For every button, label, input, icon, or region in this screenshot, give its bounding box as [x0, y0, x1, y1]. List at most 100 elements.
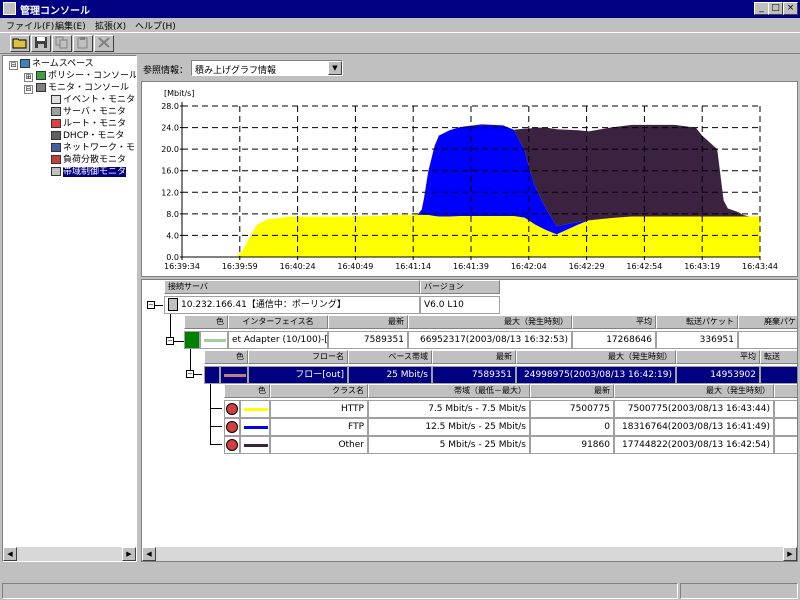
y-tick-label: 12.0 [161, 188, 179, 197]
header-if-drops[interactable]: 廃棄パケ [738, 315, 797, 329]
tree-item-dhcp-monitor[interactable]: DHCP・モニタ [51, 131, 124, 142]
class-max-cell: 7500775(2003/08/13 16:43:44) [614, 400, 774, 418]
copy-icon[interactable] [52, 35, 72, 52]
tree-line [210, 380, 211, 445]
header-class-latest[interactable]: 最新 [530, 384, 614, 398]
tree-item-route-monitor[interactable]: ルート・モニタ [51, 119, 126, 130]
scroll-left-button[interactable]: ◀ [3, 547, 17, 561]
stacked-chart-panel: 0.0 4.0 8.0 12.0 16.0 20.0 24.0 28.0 16:39:34 16:… [141, 81, 798, 277]
chevron-down-icon[interactable]: ▼ [328, 61, 342, 75]
status-bar [0, 580, 800, 600]
header-class-max[interactable]: 最大（発生時刻） [614, 384, 774, 398]
reference-label: 参照情報： [143, 66, 189, 76]
header-if-packets[interactable]: 転送パケット [656, 315, 738, 329]
flow-collapse-toggle[interactable]: − [186, 370, 194, 378]
tree-item-bandwidth-monitor[interactable]: 帯域制御モニタ [51, 167, 127, 178]
tree-line [170, 310, 171, 340]
menu-help[interactable]: ヘルプ(H) [135, 19, 176, 32]
server-cell[interactable]: 10.232.166.41【通信中：ポーリング】 [164, 296, 420, 314]
header-class-color[interactable]: 色 [224, 384, 270, 398]
reference-dropdown[interactable]: 積み上げグラフ情報 ▼ [191, 60, 343, 76]
header-class-bandwidth[interactable]: 帯域（最低－最大） [368, 384, 530, 398]
class-latest-cell: 91860 [530, 436, 614, 454]
server-collapse-toggle[interactable]: − [147, 301, 155, 309]
header-flow-name[interactable]: フロー名 [248, 350, 348, 364]
tree-collapse-toggle[interactable]: ⊟ [9, 61, 18, 70]
header-flow-color[interactable]: 色 [204, 350, 248, 364]
class-color-swatch [244, 444, 268, 447]
header-class-name[interactable]: クラス名 [270, 384, 368, 398]
tree-expand-toggle[interactable]: ⊞ [24, 73, 33, 82]
scroll-right-button[interactable]: ▶ [783, 547, 797, 561]
header-flow-transfer[interactable]: 転送 [760, 350, 797, 364]
delete-icon[interactable] [94, 35, 114, 52]
server-monitor-icon [51, 107, 61, 116]
interface-name-cell[interactable]: et Adapter (10/100)-[0] [228, 331, 328, 349]
open-folder-icon[interactable] [10, 35, 30, 52]
header-interface-name[interactable]: インターフェイス名 [228, 315, 328, 329]
network-monitor-icon [51, 143, 61, 152]
class-name-cell[interactable]: Other [270, 436, 368, 454]
tree-item-monitor-console[interactable]: モニタ・コンソール [36, 83, 129, 94]
bandwidth-monitor-icon [51, 167, 61, 176]
y-tick-label: 0.0 [166, 253, 179, 262]
interface-max-cell: 66952317(2003/08/13 16:32:53) [408, 331, 572, 349]
reference-bar: 参照情報： 積み上げグラフ情報 ▼ [140, 56, 798, 80]
header-flow-average[interactable]: 平均 [676, 350, 760, 364]
class-name-cell[interactable]: FTP [270, 418, 368, 436]
header-flow-latest[interactable]: 最新 [432, 350, 516, 364]
menu-extend[interactable]: 拡張(X) [95, 19, 126, 32]
class-name-cell[interactable]: HTTP [270, 400, 368, 418]
scroll-right-button[interactable]: ▶ [122, 547, 136, 561]
title-bar: 管理コンソール _ □ × [0, 0, 800, 18]
header-if-color[interactable]: 色 [184, 315, 228, 329]
tree-item-event-monitor[interactable]: イベント・モニタ [51, 95, 135, 106]
class-latest-cell: 0 [530, 418, 614, 436]
paste-icon[interactable] [73, 35, 93, 52]
flow-color-swatch [224, 374, 246, 377]
tree-item-namespace[interactable]: ネームスペース [20, 59, 94, 70]
header-if-latest[interactable]: 最新 [328, 315, 408, 329]
x-tick-label: 16:43:19 [684, 262, 720, 271]
x-tick-label: 16:40:24 [280, 262, 316, 271]
y-tick-label: 20.0 [161, 145, 179, 154]
header-if-max[interactable]: 最大（発生時刻） [408, 315, 572, 329]
tree-item-network-monitor[interactable]: ネットワーク・モ [51, 143, 135, 154]
load-balance-monitor-icon [51, 155, 61, 164]
close-button[interactable]: × [783, 2, 798, 15]
menu-bar: ファイル(F) 編集(E) 拡張(X) ヘルプ(H) [0, 18, 800, 32]
class-bandwidth-cell: 5 Mbit/s - 25 Mbit/s [368, 436, 530, 454]
tree-item-policy-console[interactable]: ポリシー・コンソール [36, 71, 136, 82]
tree-horizontal-scrollbar[interactable]: ◀ ▶ [3, 547, 136, 561]
save-icon[interactable] [31, 35, 51, 52]
tree-item-server-monitor[interactable]: サーバ・モニタ [51, 107, 126, 118]
scroll-left-button[interactable]: ◀ [142, 547, 156, 561]
interface-average-cell: 17268646 [572, 331, 656, 349]
tree-collapse-toggle[interactable]: ⊟ [24, 85, 33, 94]
header-class-extra[interactable] [774, 384, 797, 398]
window-title: 管理コンソール [20, 6, 90, 17]
header-if-average[interactable]: 平均 [572, 315, 656, 329]
tree-line [155, 305, 163, 306]
x-tick-label: 16:39:59 [222, 262, 258, 271]
namespace-icon [20, 59, 30, 68]
flow-name-cell[interactable]: フロー[out] [248, 366, 348, 384]
maximize-button[interactable]: □ [768, 2, 783, 15]
header-flow-max[interactable]: 最大（発生時刻） [516, 350, 676, 364]
table-horizontal-scrollbar[interactable]: ◀ ▶ [142, 547, 797, 561]
dhcp-monitor-icon [51, 131, 61, 140]
header-base-bandwidth[interactable]: ベース帯域 [348, 350, 432, 364]
class-extra-cell [774, 400, 797, 418]
header-version[interactable]: バージョン [420, 280, 500, 294]
class-extra-cell [774, 436, 797, 454]
interface-collapse-toggle[interactable]: − [166, 337, 174, 345]
class-color-cell [240, 418, 270, 436]
class-icon-cell [224, 436, 240, 454]
header-connected-server[interactable]: 接続サーバ [164, 280, 420, 294]
minimize-button[interactable]: _ [754, 2, 769, 15]
menu-edit[interactable]: 編集(E) [55, 19, 86, 32]
version-cell: V6.0 L10 [420, 296, 500, 314]
interface-latest-cell: 7589351 [328, 331, 408, 349]
tree-item-load-balance-monitor[interactable]: 負荷分散モニタ [51, 155, 126, 166]
menu-file[interactable]: ファイル(F) [6, 19, 54, 32]
